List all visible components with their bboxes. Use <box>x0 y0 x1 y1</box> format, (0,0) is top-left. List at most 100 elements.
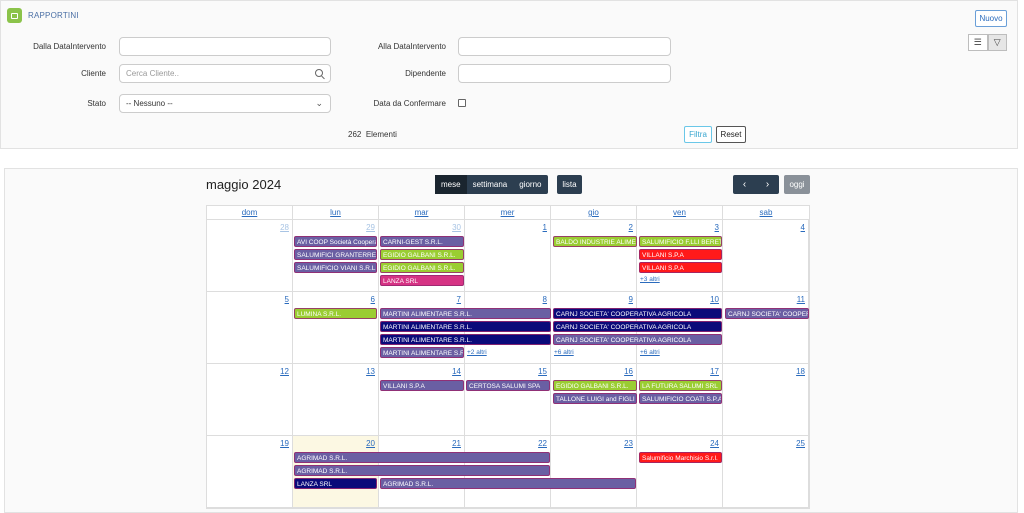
filtra-button[interactable]: Filtra <box>684 126 712 143</box>
day-cell[interactable]: 13 <box>293 364 379 435</box>
day-cell[interactable]: 11 <box>723 292 809 363</box>
day-cell[interactable]: 15 <box>465 364 551 435</box>
day-number[interactable]: 18 <box>796 367 805 376</box>
calendar-event[interactable]: MARTINI ALIMENTARE S.R.L. <box>380 347 464 358</box>
calendar-event[interactable]: BALDO INDUSTRIE ALIMENTARI <box>553 236 637 247</box>
day-number[interactable]: 10 <box>710 295 719 304</box>
day-cell[interactable]: 28 <box>207 220 293 291</box>
next-month-icon[interactable]: › <box>756 175 779 194</box>
day-number[interactable]: 28 <box>280 223 289 232</box>
reset-button[interactable]: Reset <box>716 126 746 143</box>
day-number[interactable]: 2 <box>629 223 633 232</box>
day-number[interactable]: 21 <box>452 439 461 448</box>
day-number[interactable]: 11 <box>797 295 805 304</box>
more-events-link[interactable]: +3 altri <box>640 276 660 283</box>
day-number[interactable]: 25 <box>796 439 805 448</box>
day-number[interactable]: 20 <box>366 439 375 448</box>
filter-icon[interactable]: ▽ <box>987 34 1007 51</box>
weekday-ven[interactable]: ven <box>637 206 723 219</box>
day-number[interactable]: 9 <box>629 295 633 304</box>
list-view-icon[interactable]: ☰ <box>968 34 988 51</box>
day-number[interactable]: 14 <box>452 367 461 376</box>
weekday-sab[interactable]: sab <box>723 206 809 219</box>
weekday-lun[interactable]: lun <box>293 206 379 219</box>
calendar-event[interactable]: VILLANI S.P.A <box>380 380 464 391</box>
day-number[interactable]: 30 <box>452 223 461 232</box>
calendar-event[interactable]: AGRIMAD S.R.L. <box>294 452 550 463</box>
calendar-event[interactable]: CARNI-GEST S.R.L. <box>380 236 464 247</box>
calendar-event[interactable]: AGRIMAD S.R.L. <box>380 478 636 489</box>
new-button[interactable]: Nuovo <box>975 10 1007 27</box>
calendar-event[interactable]: SALUMIFICIO VIANI S.R.L. <box>294 262 377 273</box>
day-number[interactable]: 6 <box>371 295 375 304</box>
day-cell[interactable]: 4 <box>723 220 809 291</box>
view-month-button[interactable]: mese <box>435 175 467 194</box>
day-number[interactable]: 8 <box>543 295 547 304</box>
day-number[interactable]: 22 <box>538 439 547 448</box>
day-number[interactable]: 4 <box>801 223 805 232</box>
calendar-event[interactable]: MARTINI ALIMENTARE S.R.L. <box>380 334 551 345</box>
calendar-event[interactable]: CARNJ SOCIETA' COOPERATIVA AGRICOLA <box>553 321 722 332</box>
calendar-event[interactable]: CARNJ SOCIETA' COOPERATIVA AGRICOLA <box>553 334 722 345</box>
day-number[interactable]: 24 <box>710 439 719 448</box>
more-events-link[interactable]: +6 altri <box>640 349 660 356</box>
day-number[interactable]: 13 <box>366 367 375 376</box>
weekday-mer[interactable]: mer <box>465 206 551 219</box>
calendar-event[interactable]: LA FUTURA SALUMI SRL <box>639 380 722 391</box>
view-week-button[interactable]: settimana <box>467 175 514 194</box>
day-number[interactable]: 7 <box>457 295 461 304</box>
more-events-link[interactable]: +2 altri <box>467 349 487 356</box>
calendar-event[interactable]: CARNJ SOCIETA' COOPERATIVA AGRICOLA <box>553 308 722 319</box>
day-cell[interactable]: 12 <box>207 364 293 435</box>
day-number[interactable]: 5 <box>285 295 289 304</box>
calendar-event[interactable]: MARTINI ALIMENTARE S.R.L. <box>380 321 551 332</box>
day-number[interactable]: 15 <box>538 367 547 376</box>
calendar-event[interactable]: LUMINA S.R.L. <box>294 308 377 319</box>
day-cell[interactable]: 14 <box>379 364 465 435</box>
day-number[interactable]: 16 <box>624 367 633 376</box>
day-number[interactable]: 19 <box>280 439 289 448</box>
calendar-event[interactable]: CARNJ SOCIETA' COOPERATIVA AGRICOLA <box>725 308 809 319</box>
calendar-event[interactable]: AGRIMAD S.R.L. <box>294 465 550 476</box>
day-number[interactable]: 3 <box>715 223 719 232</box>
day-number[interactable]: 12 <box>280 367 289 376</box>
day-cell[interactable]: 6 <box>293 292 379 363</box>
calendar-event[interactable]: SALUMIFICI GRANTERRE <box>294 249 377 260</box>
stato-select[interactable]: -- Nessuno -- ⌄ <box>119 94 331 113</box>
calendar-event[interactable]: SALUMIFICIO F.LLI BERETTA <box>639 236 722 247</box>
view-day-button[interactable]: giorno <box>513 175 547 194</box>
calendar-event[interactable]: VILLANI S.P.A <box>639 249 722 260</box>
cliente-search-input[interactable]: Cerca Cliente.. <box>119 64 331 83</box>
calendar-event[interactable]: MARTINI ALIMENTARE S.R.L. <box>380 308 551 319</box>
day-number[interactable]: 1 <box>543 223 547 232</box>
search-icon[interactable] <box>315 69 323 77</box>
calendar-event[interactable]: LANZA SRL <box>294 478 377 489</box>
list-button[interactable]: lista <box>557 175 582 194</box>
weekday-mar[interactable]: mar <box>379 206 465 219</box>
day-cell[interactable]: 18 <box>723 364 809 435</box>
calendar-event[interactable]: LANZA SRL <box>380 275 464 286</box>
calendar-event[interactable]: VILLANI S.P.A <box>639 262 722 273</box>
day-number[interactable]: 17 <box>710 367 719 376</box>
prev-month-icon[interactable]: ‹ <box>733 175 756 194</box>
day-number[interactable]: 29 <box>366 223 375 232</box>
calendar-event[interactable]: EGIDIO GALBANI S.R.L. <box>380 262 464 273</box>
day-cell[interactable]: 23 <box>551 436 637 507</box>
calendar-event[interactable]: AVI COOP Società Cooperativa <box>294 236 377 247</box>
calendar-event[interactable]: EGIDIO GALBANI S.R.L. <box>553 380 637 391</box>
weekday-gio[interactable]: gio <box>551 206 637 219</box>
more-events-link[interactable]: +6 altri <box>554 349 574 356</box>
dipendente-input[interactable] <box>458 64 671 83</box>
day-cell[interactable]: 5 <box>207 292 293 363</box>
day-cell[interactable]: 24 <box>637 436 723 507</box>
day-number[interactable]: 23 <box>624 439 633 448</box>
day-cell[interactable]: 2 <box>551 220 637 291</box>
weekday-dom[interactable]: dom <box>207 206 293 219</box>
dalla-date-input[interactable] <box>119 37 331 56</box>
day-cell[interactable]: 1 <box>465 220 551 291</box>
calendar-event[interactable]: TALLONE LUIGI and FIGLI <box>553 393 637 404</box>
alla-date-input[interactable] <box>458 37 671 56</box>
calendar-event[interactable]: Salumificio Marchisio S.r.l. <box>639 452 722 463</box>
confermare-checkbox[interactable] <box>458 99 466 107</box>
day-cell[interactable]: 25 <box>723 436 809 507</box>
